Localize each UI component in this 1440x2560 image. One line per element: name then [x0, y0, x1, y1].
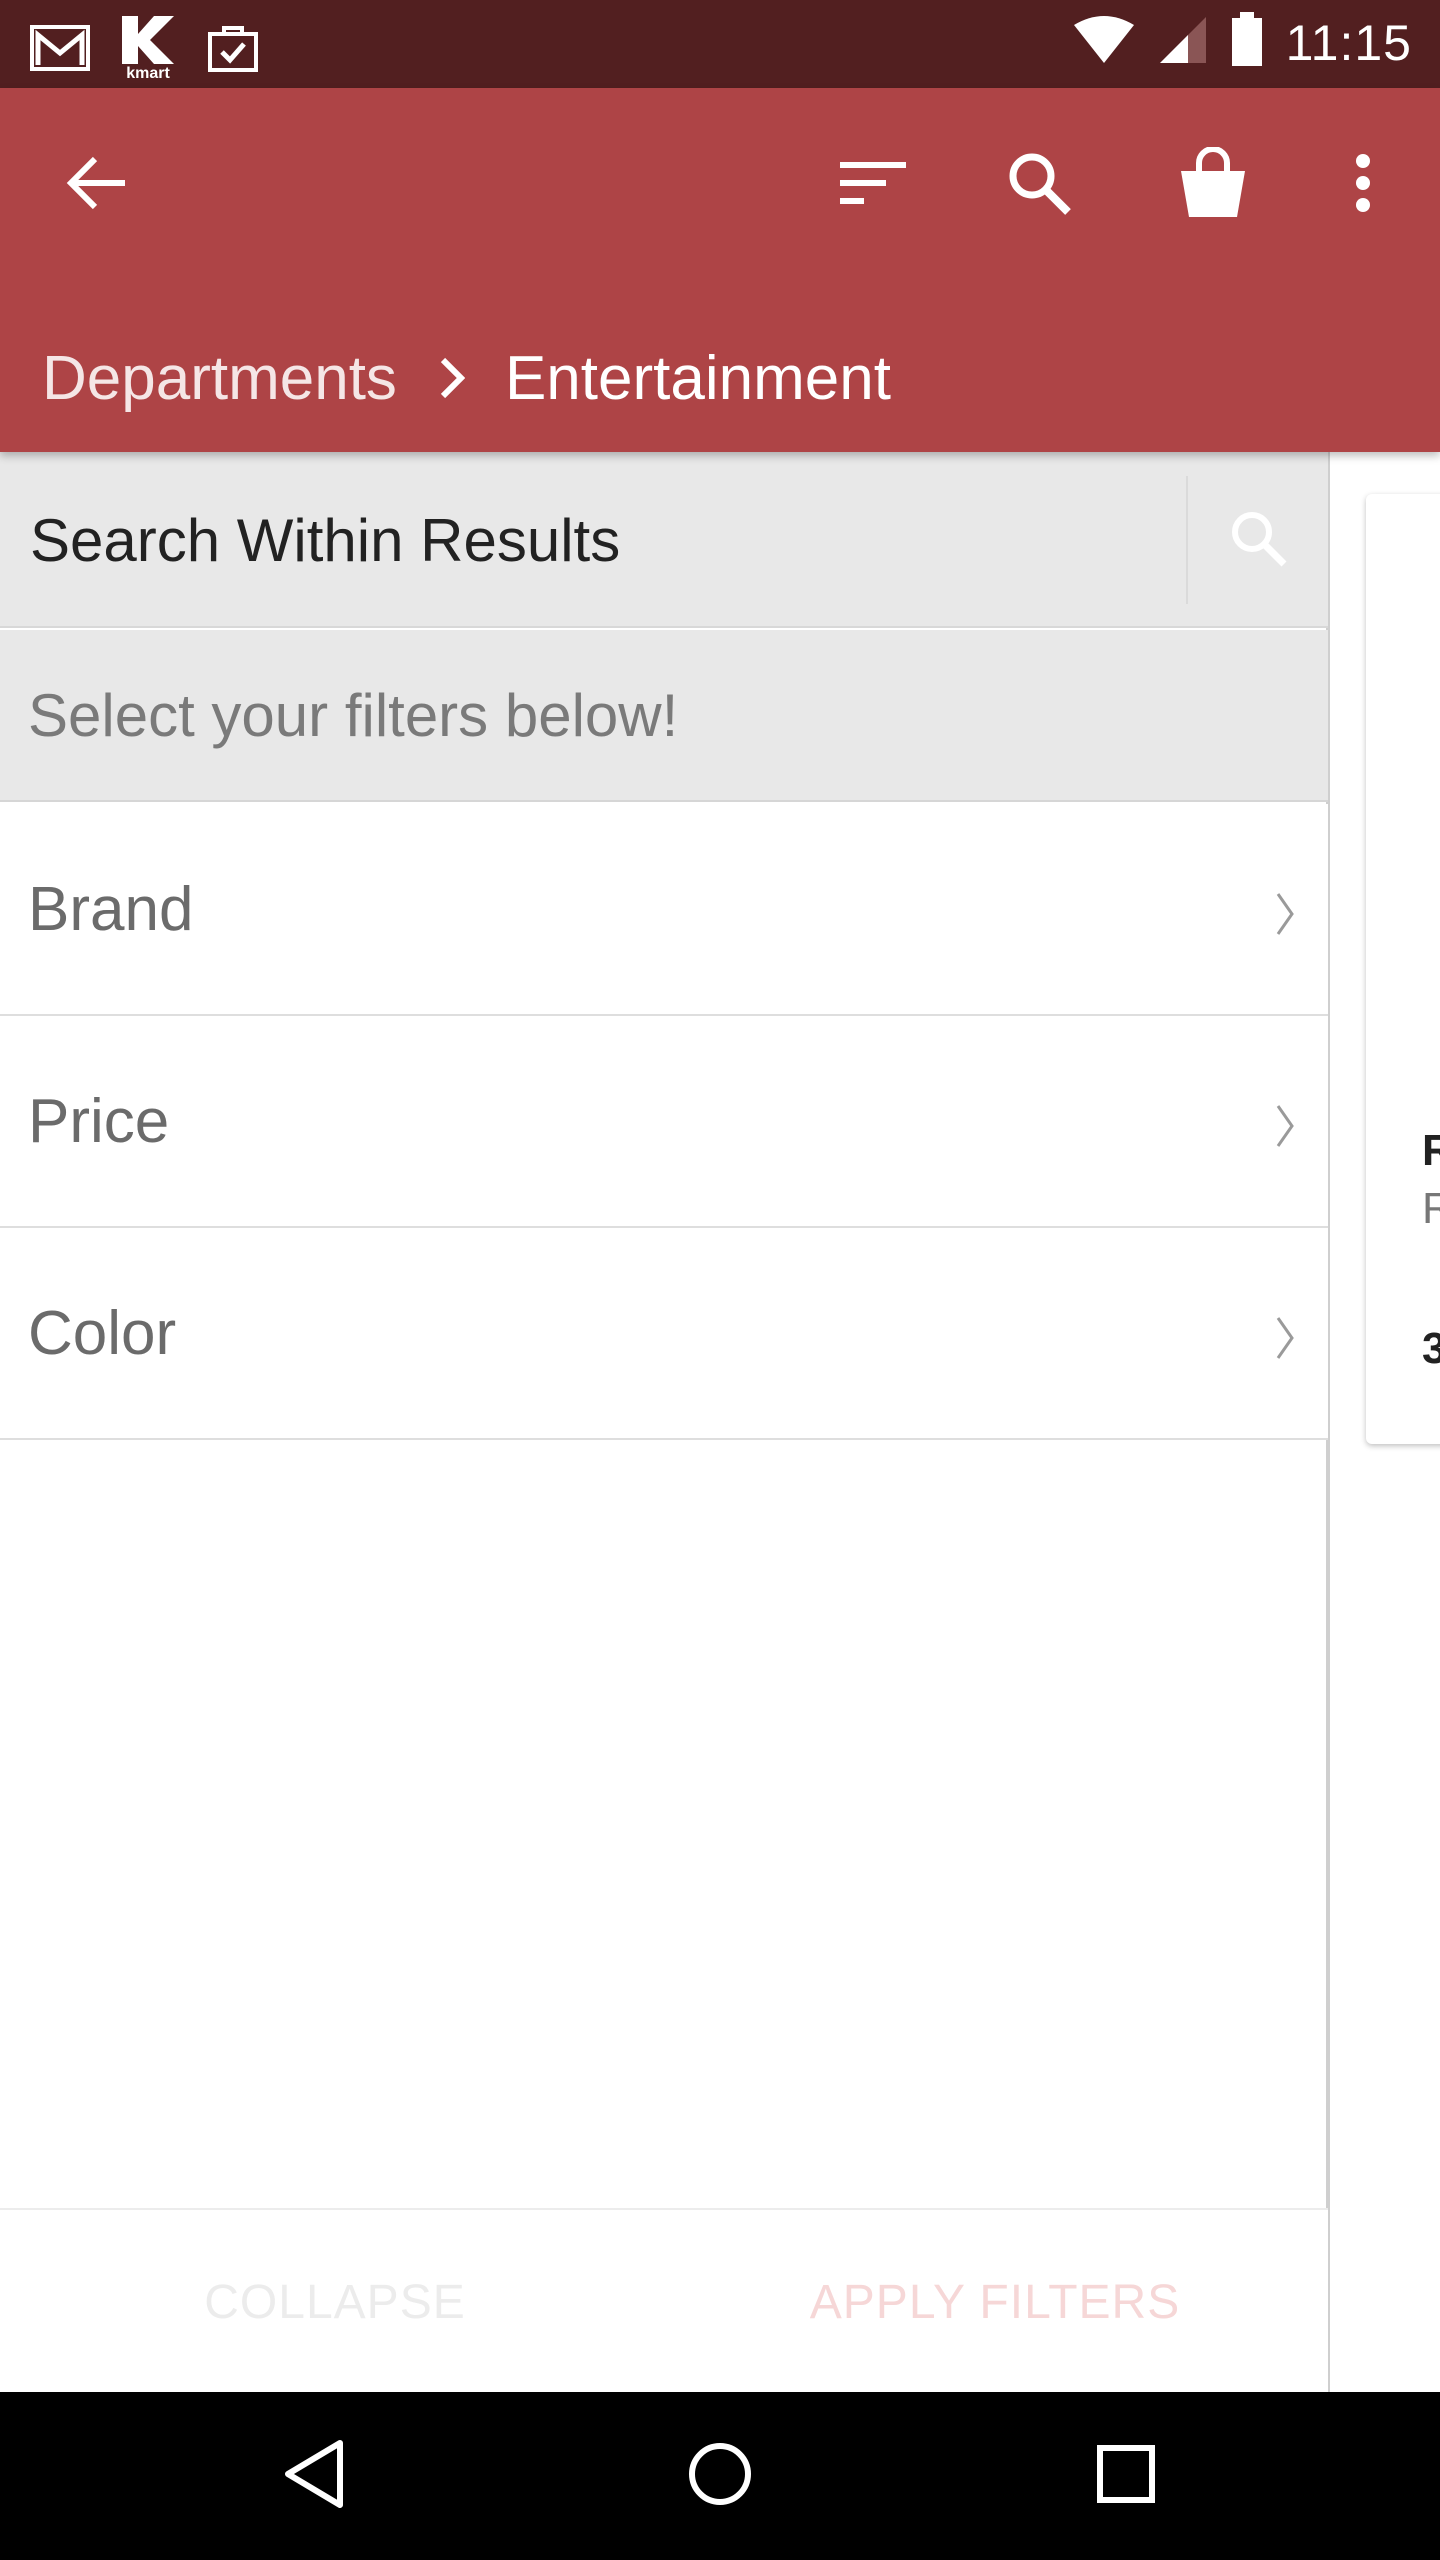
sort-icon — [840, 160, 906, 211]
clock: 11:15 — [1285, 14, 1412, 71]
collapse-button[interactable]: COLLAPSE — [0, 2210, 670, 2394]
gmail-icon — [30, 21, 90, 78]
breadcrumb-departments[interactable]: Departments — [42, 343, 397, 414]
search-button[interactable] — [984, 130, 1094, 240]
shopping-bag-icon — [1177, 145, 1249, 224]
wifi-icon — [1072, 15, 1136, 70]
chevron-right-icon — [1270, 1096, 1300, 1148]
breadcrumb: Departments Entertainment — [42, 328, 891, 428]
chevron-right-icon — [1270, 1308, 1300, 1360]
product-subtitle: R — [1422, 1184, 1440, 1233]
nav-recents-button[interactable] — [1066, 2416, 1186, 2536]
filter-hint: Select your filters below! — [0, 630, 1328, 802]
filter-color[interactable]: Color — [0, 1228, 1328, 1440]
filter-actions: COLLAPSE APPLY FILTERS — [0, 2208, 1328, 2392]
search-icon — [1006, 150, 1072, 221]
more-vert-icon — [1355, 153, 1371, 218]
overflow-menu-button[interactable] — [1308, 130, 1418, 240]
back-button[interactable] — [42, 130, 152, 240]
bag-check-icon — [206, 20, 260, 79]
notification-icons: kmart — [30, 14, 260, 85]
back-arrow-icon — [65, 155, 129, 216]
status-bar: kmart 11:15 — [0, 0, 1440, 88]
product-title: R — [1422, 1126, 1440, 1175]
system-status: 11:15 — [1072, 12, 1412, 73]
filter-price[interactable]: Price — [0, 1016, 1328, 1228]
product-grid-peek: R R 3 — [1330, 452, 1440, 2392]
home-circle-icon — [687, 2441, 753, 2512]
product-card[interactable]: R R 3 — [1366, 494, 1440, 1444]
kmart-icon-text: kmart — [126, 65, 170, 80]
product-price: 3 — [1422, 1324, 1440, 1373]
app-bar: Departments Entertainment — [0, 88, 1440, 452]
filter-label: Color — [28, 1298, 177, 1368]
filter-label: Price — [28, 1086, 170, 1156]
chevron-right-icon — [439, 356, 465, 400]
battery-icon — [1230, 12, 1264, 73]
system-nav-bar — [0, 2392, 1440, 2560]
signal-icon — [1158, 15, 1208, 70]
cart-button[interactable] — [1158, 130, 1268, 240]
back-triangle-icon — [282, 2439, 346, 2514]
kmart-icon: kmart — [116, 14, 180, 85]
filter-drawer: Select your filters below! Brand Price C… — [0, 452, 1330, 2392]
nav-home-button[interactable] — [660, 2416, 780, 2536]
filter-brand[interactable]: Brand — [0, 804, 1328, 1016]
search-within-button[interactable] — [1200, 480, 1316, 600]
breadcrumb-current: Entertainment — [504, 343, 891, 413]
search-icon — [1228, 508, 1288, 573]
filter-label: Brand — [28, 874, 194, 944]
sort-button[interactable] — [818, 130, 928, 240]
search-divider — [1186, 476, 1188, 604]
search-within-input[interactable] — [28, 482, 1178, 598]
search-within-results — [0, 452, 1328, 628]
recents-square-icon — [1096, 2444, 1156, 2509]
nav-back-button[interactable] — [254, 2416, 374, 2536]
apply-filters-button[interactable]: APPLY FILTERS — [660, 2210, 1330, 2394]
chevron-right-icon — [1270, 884, 1300, 936]
